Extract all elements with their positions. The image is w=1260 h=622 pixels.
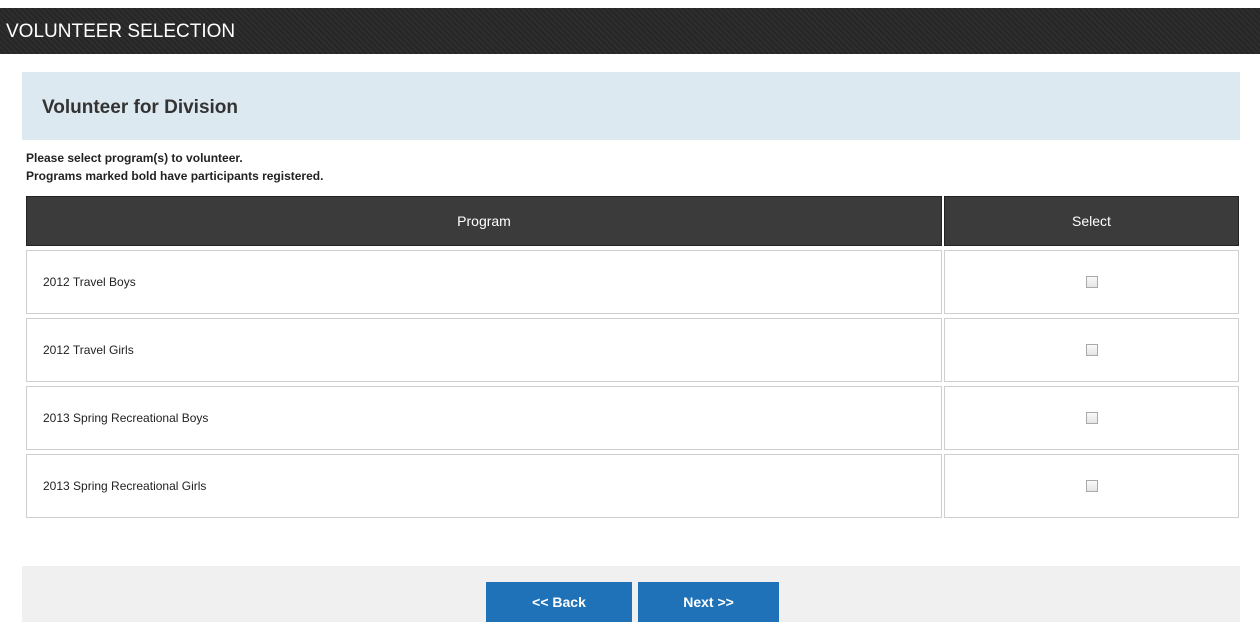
program-checkbox[interactable]	[1085, 480, 1098, 492]
instruction-line-1: Please select program(s) to volunteer.	[26, 151, 243, 165]
instructions: Please select program(s) to volunteer. P…	[26, 149, 323, 185]
select-cell	[944, 318, 1239, 382]
program-cell: 2013 Spring Recreational Girls	[26, 454, 942, 518]
footer-bar: << Back Next >>	[22, 566, 1240, 622]
program-cell: 2012 Travel Boys	[26, 250, 942, 314]
program-checkbox[interactable]	[1085, 412, 1098, 424]
instruction-line-2: Programs marked bold have participants r…	[26, 169, 324, 183]
section-heading: Volunteer for Division	[42, 97, 239, 118]
program-checkbox[interactable]	[1085, 344, 1098, 356]
program-cell: 2013 Spring Recreational Boys	[26, 386, 942, 450]
column-header-program: Program	[26, 196, 942, 246]
column-header-select: Select	[944, 196, 1239, 246]
back-button[interactable]: << Back	[486, 582, 632, 622]
program-cell: 2012 Travel Girls	[26, 318, 942, 382]
section-header: Volunteer for Division	[22, 72, 1240, 140]
title-bar: VOLUNTEER SELECTION	[0, 8, 1260, 54]
select-cell	[944, 386, 1239, 450]
program-checkbox[interactable]	[1085, 276, 1098, 288]
select-cell	[944, 250, 1239, 314]
page-title: VOLUNTEER SELECTION	[6, 21, 236, 42]
select-cell	[944, 454, 1239, 518]
next-button[interactable]: Next >>	[638, 582, 779, 622]
